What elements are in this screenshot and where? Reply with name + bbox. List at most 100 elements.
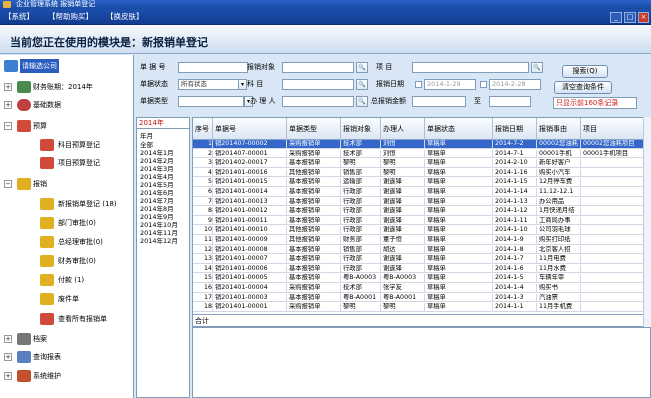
column-header[interactable]: 单据号 [213, 118, 287, 140]
table-row[interactable]: 18 销201401-00001 采购报销单 黎明 黎明 草稿单 2014-1-1 11月手机… [193, 303, 650, 312]
table-row[interactable]: 13 销201401-00007 基本报销单 行政部 谢霆锋 草稿单 2014-1-7 11月… [193, 255, 650, 264]
maximize-icon[interactable]: □ [624, 12, 636, 23]
table-cell: 基本报销单 [287, 159, 341, 168]
table-row[interactable]: 6 销201401-00014 基本报销单 行政部 谢霆锋 草稿单 2014-1-14 11.… [193, 188, 650, 197]
table-cell: 刘恒 [381, 140, 425, 149]
year-list-item[interactable]: 2014年6月 [140, 189, 174, 197]
amount-from-input[interactable] [412, 96, 466, 107]
table-cell: 13 [193, 255, 213, 264]
table-cell: 7 [193, 197, 213, 207]
year-list-item[interactable]: 2014年7月 [140, 197, 174, 205]
table-cell: 基本报销单 [287, 216, 341, 226]
table-row[interactable]: 17 销201401-00003 基本报销单 粤B-A0001 粤B-A0001 草稿单 2… [193, 293, 650, 303]
minimize-icon[interactable]: _ [610, 12, 622, 23]
chevron-down-icon[interactable]: ▾ [238, 79, 247, 90]
expand-icon[interactable]: + [4, 83, 12, 91]
column-header[interactable]: 项目 [581, 118, 644, 140]
close-icon[interactable]: × [638, 12, 649, 23]
status-label: 单据状态 [140, 80, 168, 88]
date-to-checkbox[interactable] [480, 81, 487, 88]
amount-to-input[interactable] [489, 96, 531, 107]
table-row[interactable]: 2 销201407-00001 采购报销单 技术部 刘恒 草稿单 2014-7-1 00001… [193, 149, 650, 159]
table-row[interactable]: 16 销201401-00004 采购报销单 技术部 张学友 草稿单 2014-1-4 购买书 [193, 284, 650, 293]
year-list-item[interactable]: 2014年1月 [140, 149, 174, 157]
collapse-icon[interactable]: − [4, 180, 12, 188]
expand-icon[interactable]: + [4, 335, 12, 343]
handler-input[interactable] [282, 96, 354, 107]
table-row[interactable]: 14 销201401-00006 基本报销单 行政部 谢霆锋 草稿单 2014-1-6 11月… [193, 264, 650, 274]
payee-input[interactable] [282, 62, 354, 73]
column-header[interactable]: 报销事由 [537, 118, 581, 140]
menu-help-buy[interactable]: 【帮助购买】 [48, 11, 93, 23]
pen-icon [40, 198, 54, 210]
date-to-input[interactable]: 2014-2-28 [489, 79, 541, 90]
column-header[interactable]: 报销日期 [493, 118, 537, 140]
year-list-item[interactable]: 2014年4月 [140, 173, 174, 181]
payee-search-icon[interactable]: 🔍 [356, 62, 368, 73]
year-list-item[interactable]: 2014年11月 [140, 229, 178, 237]
expand-icon[interactable]: + [4, 353, 12, 361]
handler-search-icon[interactable]: 🔍 [356, 96, 368, 107]
subject-search-icon[interactable]: 🔍 [356, 79, 368, 90]
doc-no-input[interactable] [178, 62, 248, 73]
table-cell: 草稿单 [425, 140, 493, 149]
table-row[interactable]: 4 销201401-00016 其他报销单 销售部 黎明 草稿单 2014-1-16 购买小汽… [193, 168, 650, 178]
pen-icon [40, 217, 54, 229]
table-cell [581, 274, 644, 283]
year-select[interactable]: 2014年 [137, 118, 189, 129]
clear-conditions-button[interactable]: 清空查询条件 [554, 81, 612, 94]
table-row[interactable]: 9 销201401-00011 基本报销单 行政部 谢霆锋 草稿单 2014-1-11 工商局… [193, 216, 650, 226]
table-cell: 采购报销单 [287, 140, 341, 149]
expand-icon[interactable]: + [4, 101, 12, 109]
year-list-item[interactable]: 2014年3月 [140, 165, 174, 173]
table-row[interactable]: 1 销201407-00002 采购报销单 技术部 刘恒 草稿单 2014-7-2 00002… [193, 140, 650, 149]
year-list-item[interactable]: 2014年8月 [140, 205, 174, 213]
year-list-item[interactable]: 2014年12月 [140, 237, 178, 245]
table-cell: 草稿单 [425, 293, 493, 303]
table-row[interactable]: 11 销201401-00009 其他报销单 财务部 董子恒 草稿单 2014-1-9 购买打… [193, 236, 650, 245]
column-header[interactable]: 报销对象 [341, 118, 381, 140]
table-cell: 销201401-00004 [213, 284, 287, 293]
collapse-icon[interactable]: − [4, 122, 12, 130]
vertical-scrollbar[interactable] [643, 117, 651, 327]
column-header[interactable]: 序号 [193, 118, 213, 140]
table-row[interactable]: 8 销201401-00012 基本报销单 行政部 谢霆锋 草稿单 2014-1-12 1月快… [193, 207, 650, 216]
year-list-item[interactable]: 2014年5月 [140, 181, 174, 189]
column-header[interactable]: 单据类型 [287, 118, 341, 140]
column-header[interactable]: 单据状态 [425, 118, 493, 140]
table-cell: 2014-1-13 [493, 197, 537, 207]
table-cell: 2014-7-1 [493, 149, 537, 159]
menu-system[interactable]: 【系统】 [4, 11, 34, 23]
recent-records-select[interactable]: 只显示前160条记录 [553, 97, 637, 109]
subject-input[interactable] [282, 79, 354, 90]
type-input[interactable] [178, 96, 244, 107]
year-list-item[interactable]: 全部 [140, 141, 153, 149]
table-row[interactable]: 5 销201401-00015 基本报销单 运输部 谢霆锋 草稿单 2014-1-15 12月… [193, 178, 650, 187]
table-row[interactable]: 15 销201401-00005 基本报销单 粤B-A0003 粤B-A0003 草稿单 2… [193, 274, 650, 283]
tree-query-label: 查询报表 [33, 353, 61, 361]
table-row[interactable]: 3 销201402-00017 基本报销单 黎明 黎明 草稿单 2014-2-10 新年好客户 [193, 159, 650, 168]
date-from-checkbox[interactable] [415, 81, 422, 88]
report-icon [17, 351, 31, 363]
table-row[interactable]: 7 销201401-00013 基本报销单 行政部 谢霆锋 草稿单 2014-1-13 办公用… [193, 197, 650, 207]
expand-icon[interactable]: + [4, 372, 12, 380]
status-select[interactable]: 所有状态 [178, 79, 240, 90]
project-input[interactable] [412, 62, 529, 73]
year-list-item[interactable]: 2014年2月 [140, 157, 174, 165]
table-cell: 黎明 [381, 303, 425, 312]
table-row[interactable]: 10 销201401-00010 其他报销单 行政部 谢霆锋 草稿单 2014-1-10 公司… [193, 226, 650, 235]
year-list-item[interactable]: 2014年10月 [140, 221, 178, 229]
project-search-icon[interactable]: 🔍 [531, 62, 543, 73]
sidebar-tree: 请输选公司 + 财务账期：2014年 + 基础数据 − 预算 科目预算登记 项目… [0, 55, 134, 398]
table-cell: 基本报销单 [287, 255, 341, 264]
table-cell: 其他报销单 [287, 226, 341, 235]
search-button[interactable]: 搜索(Q) [562, 65, 608, 78]
table-cell: 销201402-00017 [213, 159, 287, 168]
year-list-item[interactable]: 2014年9月 [140, 213, 174, 221]
column-header[interactable]: 办理人 [381, 118, 425, 140]
date-from-input[interactable]: 2014-1-29 [424, 79, 476, 90]
table-cell [581, 178, 644, 187]
table-row[interactable]: 12 销201401-00008 基本报销单 销售部 胡达 草稿单 2014-1-8 北京客人… [193, 245, 650, 255]
menu-skin[interactable]: 【换皮肤】 [106, 11, 144, 23]
table-cell: 草稿单 [425, 245, 493, 255]
